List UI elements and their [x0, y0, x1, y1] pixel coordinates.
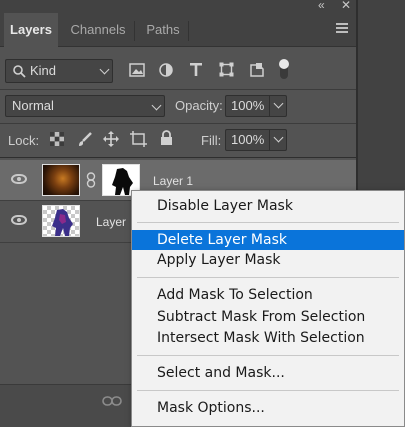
- type-filter-icon[interactable]: [189, 62, 203, 77]
- layer-name[interactable]: Layer: [96, 215, 126, 229]
- menu-item-add-mask-to-selection[interactable]: Add Mask To Selection: [132, 285, 404, 305]
- menu-item-delete-layer-mask[interactable]: Delete Layer Mask: [132, 230, 404, 250]
- layer-thumbnail[interactable]: [42, 205, 80, 237]
- lock-position-icon[interactable]: [103, 131, 119, 147]
- tab-channels[interactable]: Channels: [62, 13, 134, 47]
- link-layers-icon[interactable]: [102, 395, 122, 407]
- menu-separator: [137, 277, 399, 278]
- fill-label: Fill:: [201, 133, 222, 148]
- menu-item-mask-options[interactable]: Mask Options...: [132, 398, 404, 418]
- opacity-value: 100%: [231, 98, 265, 113]
- tab-divider: [134, 21, 135, 41]
- menu-item-subtract-mask-from-selection[interactable]: Subtract Mask From Selection: [132, 307, 404, 327]
- tab-layers[interactable]: Layers: [4, 13, 58, 48]
- character-figure-icon: [52, 209, 73, 236]
- chevron-down-icon: [99, 64, 110, 75]
- lock-transparent-pixels-icon[interactable]: [50, 132, 64, 146]
- menu-item-apply-layer-mask[interactable]: Apply Layer Mask: [132, 250, 404, 270]
- collapse-panel-icon[interactable]: «: [318, 0, 325, 12]
- menu-item-select-and-mask[interactable]: Select and Mask...: [132, 363, 404, 383]
- panel-menu-icon[interactable]: [336, 23, 348, 35]
- lock-image-pixels-icon[interactable]: [77, 131, 93, 147]
- divider: [269, 130, 270, 150]
- lock-all-icon[interactable]: [160, 130, 173, 146]
- close-panel-icon[interactable]: ✕: [341, 0, 351, 12]
- layer-thumbnail[interactable]: [42, 164, 80, 196]
- divider: [0, 157, 356, 158]
- divider: [0, 89, 356, 90]
- filter-kind-label: Kind: [30, 63, 57, 78]
- adjustment-filter-icon[interactable]: [159, 63, 173, 77]
- blend-mode-dropdown[interactable]: Normal: [5, 95, 165, 117]
- divider: [269, 96, 270, 116]
- tab-paths[interactable]: Paths: [138, 13, 188, 47]
- divider: [0, 123, 356, 124]
- menu-separator: [137, 355, 399, 356]
- opacity-label: Opacity:: [175, 98, 223, 113]
- menu-item-disable-layer-mask[interactable]: Disable Layer Mask: [132, 196, 404, 216]
- blend-mode-value: Normal: [12, 98, 54, 113]
- lock-artboard-icon[interactable]: [130, 131, 147, 147]
- mask-link-icon[interactable]: [86, 172, 96, 188]
- menu-separator: [137, 390, 399, 391]
- panel-titlebar: «: [0, 0, 356, 13]
- visibility-eye-icon[interactable]: [11, 215, 27, 225]
- fill-value: 100%: [231, 132, 265, 147]
- layer-mask-context-menu: Disable Layer Mask Delete Layer Mask App…: [131, 190, 405, 427]
- tab-divider: [188, 21, 189, 41]
- search-icon: [13, 65, 26, 78]
- lock-label: Lock:: [8, 133, 40, 148]
- smart-object-filter-icon[interactable]: [250, 62, 264, 77]
- chevron-down-icon: [151, 100, 162, 111]
- visibility-eye-icon[interactable]: [11, 174, 27, 184]
- filter-toggle-icon[interactable]: [278, 57, 290, 81]
- menu-separator: [137, 222, 399, 223]
- image-filter-icon[interactable]: [129, 63, 145, 77]
- menu-item-intersect-mask-with-selection[interactable]: Intersect Mask With Selection: [132, 328, 404, 348]
- filter-kind-dropdown[interactable]: Kind: [5, 59, 113, 83]
- shape-filter-icon[interactable]: [219, 62, 234, 77]
- panel-tab-bar: Layers Channels Paths: [0, 13, 356, 48]
- layer-name[interactable]: Layer 1: [153, 174, 193, 188]
